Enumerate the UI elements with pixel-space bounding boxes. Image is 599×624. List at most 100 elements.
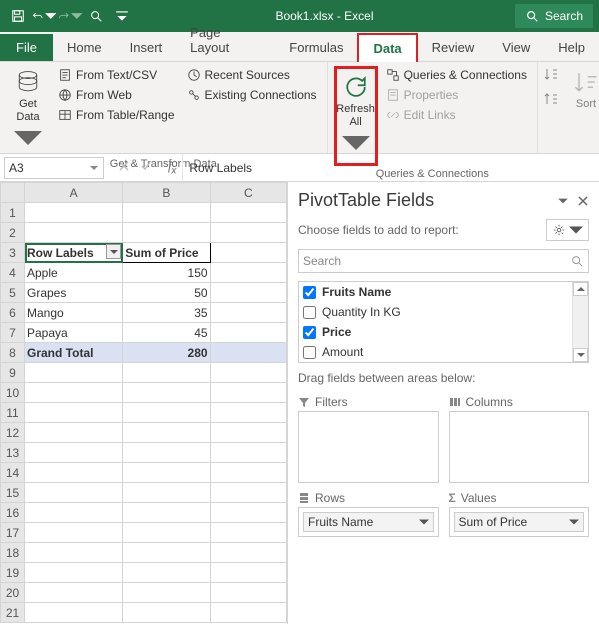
redo-icon[interactable] xyxy=(58,4,82,28)
name-box[interactable]: A3 xyxy=(4,157,104,179)
row-header[interactable]: 19 xyxy=(1,563,25,583)
row-header[interactable]: 14 xyxy=(1,463,25,483)
row-header[interactable]: 16 xyxy=(1,503,25,523)
cell[interactable]: 35 xyxy=(123,303,210,323)
fx-icon[interactable]: fx xyxy=(162,159,182,176)
search-box[interactable]: Search xyxy=(515,4,593,28)
field-list-scrollbar[interactable] xyxy=(572,282,588,362)
columns-icon xyxy=(449,396,461,408)
from-text-csv-button[interactable]: From Text/CSV xyxy=(54,66,179,84)
close-icon[interactable] xyxy=(577,195,589,207)
cell[interactable]: Mango xyxy=(25,303,123,323)
select-all-corner[interactable] xyxy=(1,183,25,203)
spreadsheet-grid[interactable]: A B C 1 2 3 Row Labels Sum of Price 4App… xyxy=(0,182,287,624)
field-checkbox[interactable] xyxy=(303,306,316,319)
scroll-up-icon[interactable] xyxy=(573,282,588,296)
columns-drop-area[interactable] xyxy=(449,411,590,483)
cell-grand-total-label[interactable]: Grand Total xyxy=(25,343,123,363)
field-search-input[interactable]: Search xyxy=(298,249,589,273)
chevron-down-icon[interactable] xyxy=(557,195,569,207)
from-web-button[interactable]: From Web xyxy=(54,86,179,104)
tab-review[interactable]: Review xyxy=(418,34,489,61)
field-item[interactable]: Fruits Name xyxy=(299,282,572,302)
sort-za-icon[interactable] xyxy=(544,91,560,110)
row-header[interactable]: 9 xyxy=(1,363,25,383)
sort-icon xyxy=(572,68,599,96)
area-item-values[interactable]: Sum of Price xyxy=(454,512,585,532)
tab-help[interactable]: Help xyxy=(544,34,599,61)
chevron-down-icon[interactable] xyxy=(419,517,429,527)
row-header[interactable]: 10 xyxy=(1,383,25,403)
get-data-button[interactable]: Get Data xyxy=(6,66,50,156)
row-header[interactable]: 5 xyxy=(1,283,25,303)
row-header[interactable]: 12 xyxy=(1,423,25,443)
row-header[interactable]: 11 xyxy=(1,403,25,423)
cell[interactable]: 150 xyxy=(123,263,210,283)
cancel-formula-icon[interactable] xyxy=(118,160,130,175)
tab-insert[interactable]: Insert xyxy=(116,34,177,61)
tab-view[interactable]: View xyxy=(488,34,544,61)
queries-connections-button[interactable]: Queries & Connections xyxy=(382,66,531,84)
row-header[interactable]: 13 xyxy=(1,443,25,463)
field-checkbox[interactable] xyxy=(303,286,316,299)
cell[interactable]: 50 xyxy=(123,283,210,303)
row-header[interactable]: 18 xyxy=(1,543,25,563)
field-checkbox[interactable] xyxy=(303,326,316,339)
row-header[interactable]: 15 xyxy=(1,483,25,503)
cell-grand-total-value[interactable]: 280 xyxy=(123,343,210,363)
row-header[interactable]: 8 xyxy=(1,343,25,363)
from-table-button[interactable]: From Table/Range xyxy=(54,106,179,124)
filters-drop-area[interactable] xyxy=(298,411,439,483)
values-drop-area[interactable]: Sum of Price xyxy=(449,507,590,537)
col-header-c[interactable]: C xyxy=(210,183,286,203)
undo-icon[interactable] xyxy=(32,4,56,28)
filter-dropdown-icon[interactable] xyxy=(106,244,121,259)
row-header[interactable]: 17 xyxy=(1,523,25,543)
row-header[interactable]: 1 xyxy=(1,203,25,223)
tab-page-layout[interactable]: Page Layout xyxy=(176,19,275,61)
tab-data[interactable]: Data xyxy=(357,33,417,62)
col-header-a[interactable]: A xyxy=(25,183,123,203)
row-header[interactable]: 4 xyxy=(1,263,25,283)
rows-drop-area[interactable]: Fruits Name xyxy=(298,507,439,537)
table-icon xyxy=(58,108,72,122)
row-header[interactable]: 3 xyxy=(1,243,25,263)
chevron-down-icon[interactable] xyxy=(569,517,579,527)
area-item-rows[interactable]: Fruits Name xyxy=(303,512,434,532)
settings-button[interactable] xyxy=(546,219,589,241)
row-header[interactable]: 7 xyxy=(1,323,25,343)
search-label: Search xyxy=(545,9,583,23)
accept-formula-icon[interactable] xyxy=(140,160,152,175)
row-header[interactable]: 21 xyxy=(1,603,25,623)
tab-home[interactable]: Home xyxy=(53,34,116,61)
existing-connections-button[interactable]: Existing Connections xyxy=(183,86,321,104)
formula-input[interactable]: Row Labels xyxy=(182,154,599,181)
cell[interactable]: 45 xyxy=(123,323,210,343)
cell-a3[interactable]: Row Labels xyxy=(25,243,123,263)
cell[interactable]: Apple xyxy=(25,263,123,283)
cell[interactable]: Papaya xyxy=(25,323,123,343)
field-item[interactable]: Price xyxy=(299,322,572,342)
properties-button[interactable]: Properties xyxy=(382,86,531,104)
scroll-down-icon[interactable] xyxy=(573,348,588,362)
tab-file[interactable]: File xyxy=(0,34,53,61)
edit-links-button[interactable]: Edit Links xyxy=(382,106,531,124)
col-header-b[interactable]: B xyxy=(123,183,210,203)
touch-icon[interactable] xyxy=(84,4,108,28)
qat-more-icon[interactable] xyxy=(110,4,134,28)
cell[interactable]: Grapes xyxy=(25,283,123,303)
filters-area-header: Filters xyxy=(298,393,439,411)
row-header[interactable]: 20 xyxy=(1,583,25,603)
tab-formulas[interactable]: Formulas xyxy=(275,34,357,61)
row-header[interactable]: 6 xyxy=(1,303,25,323)
sort-button[interactable]: Sort xyxy=(564,66,599,113)
save-icon[interactable] xyxy=(6,4,30,28)
field-item[interactable]: Amount xyxy=(299,342,572,362)
refresh-all-button[interactable]: Refresh All xyxy=(334,66,378,166)
field-item[interactable]: Quantity In KG xyxy=(299,302,572,322)
field-checkbox[interactable] xyxy=(303,346,316,359)
cell-b3[interactable]: Sum of Price xyxy=(123,243,210,263)
recent-sources-button[interactable]: Recent Sources xyxy=(183,66,321,84)
row-header[interactable]: 2 xyxy=(1,223,25,243)
sort-az-icon[interactable] xyxy=(544,66,560,85)
